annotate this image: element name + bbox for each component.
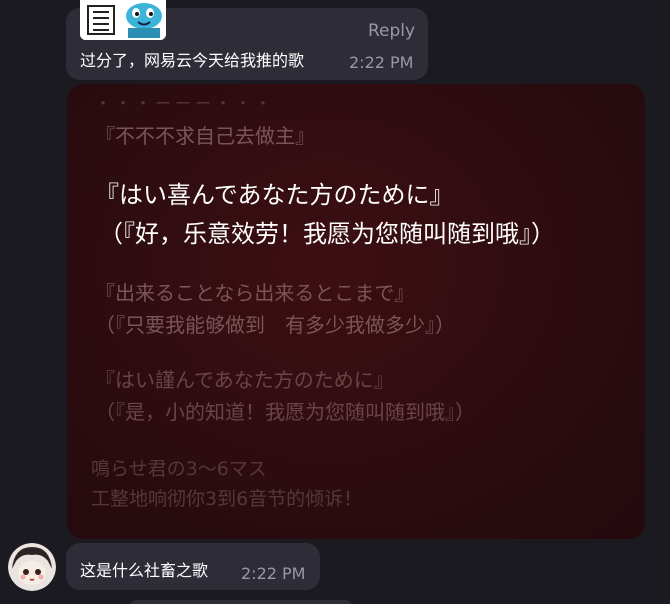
lyric-line4-ja: 鳴らせ君の3〜6マス xyxy=(91,458,267,480)
message-text-top: 过分了，网易云今天给我推的歌 xyxy=(80,51,305,70)
chat-view: Reply 过分了，网易云今天给我推的歌 2:22 PM ・・・ーーー・・・ 『… xyxy=(0,0,670,604)
lyric-line3-ja: 『はい謹んであなた方のために』 xyxy=(95,368,394,392)
message-timestamp-top: 2:22 PM xyxy=(349,53,414,72)
lyric-line3-zh: （『是，小的知道！我愿为您随叫随到哦』） xyxy=(95,400,475,424)
next-message-bubble[interactable] xyxy=(130,600,352,604)
image-attachment[interactable]: ・・・ーーー・・・ 『不不不求自己去做主』 『はい喜んであなた方のために』 （『… xyxy=(67,84,645,539)
lyric-dots: ・・・ーーー・・・ xyxy=(95,94,276,113)
message-timestamp-bottom: 2:22 PM xyxy=(241,564,306,583)
lyric-highlight-zh: （『好，乐意效劳！我愿为您随叫随到哦』） xyxy=(99,220,555,248)
message-text-bottom: 这是什么社畜之歌 xyxy=(80,561,209,580)
sticker-thumbnail[interactable] xyxy=(80,0,166,40)
lyric-line4-zh: 工整地响彻你3到6音节的倾诉！ xyxy=(91,488,363,510)
lyric-line2-ja: 『出来ることなら出来るとこまで』 xyxy=(95,281,415,305)
lyric-highlight-ja: 『はい喜んであなた方のために』 xyxy=(95,181,454,209)
user-avatar[interactable] xyxy=(8,543,56,591)
reply-link[interactable]: Reply xyxy=(368,21,415,41)
lyric-line2-zh: （『只要我能够做到 有多少我做多少』） xyxy=(95,313,455,337)
lyric-title: 『不不不求自己去做主』 xyxy=(95,124,315,148)
